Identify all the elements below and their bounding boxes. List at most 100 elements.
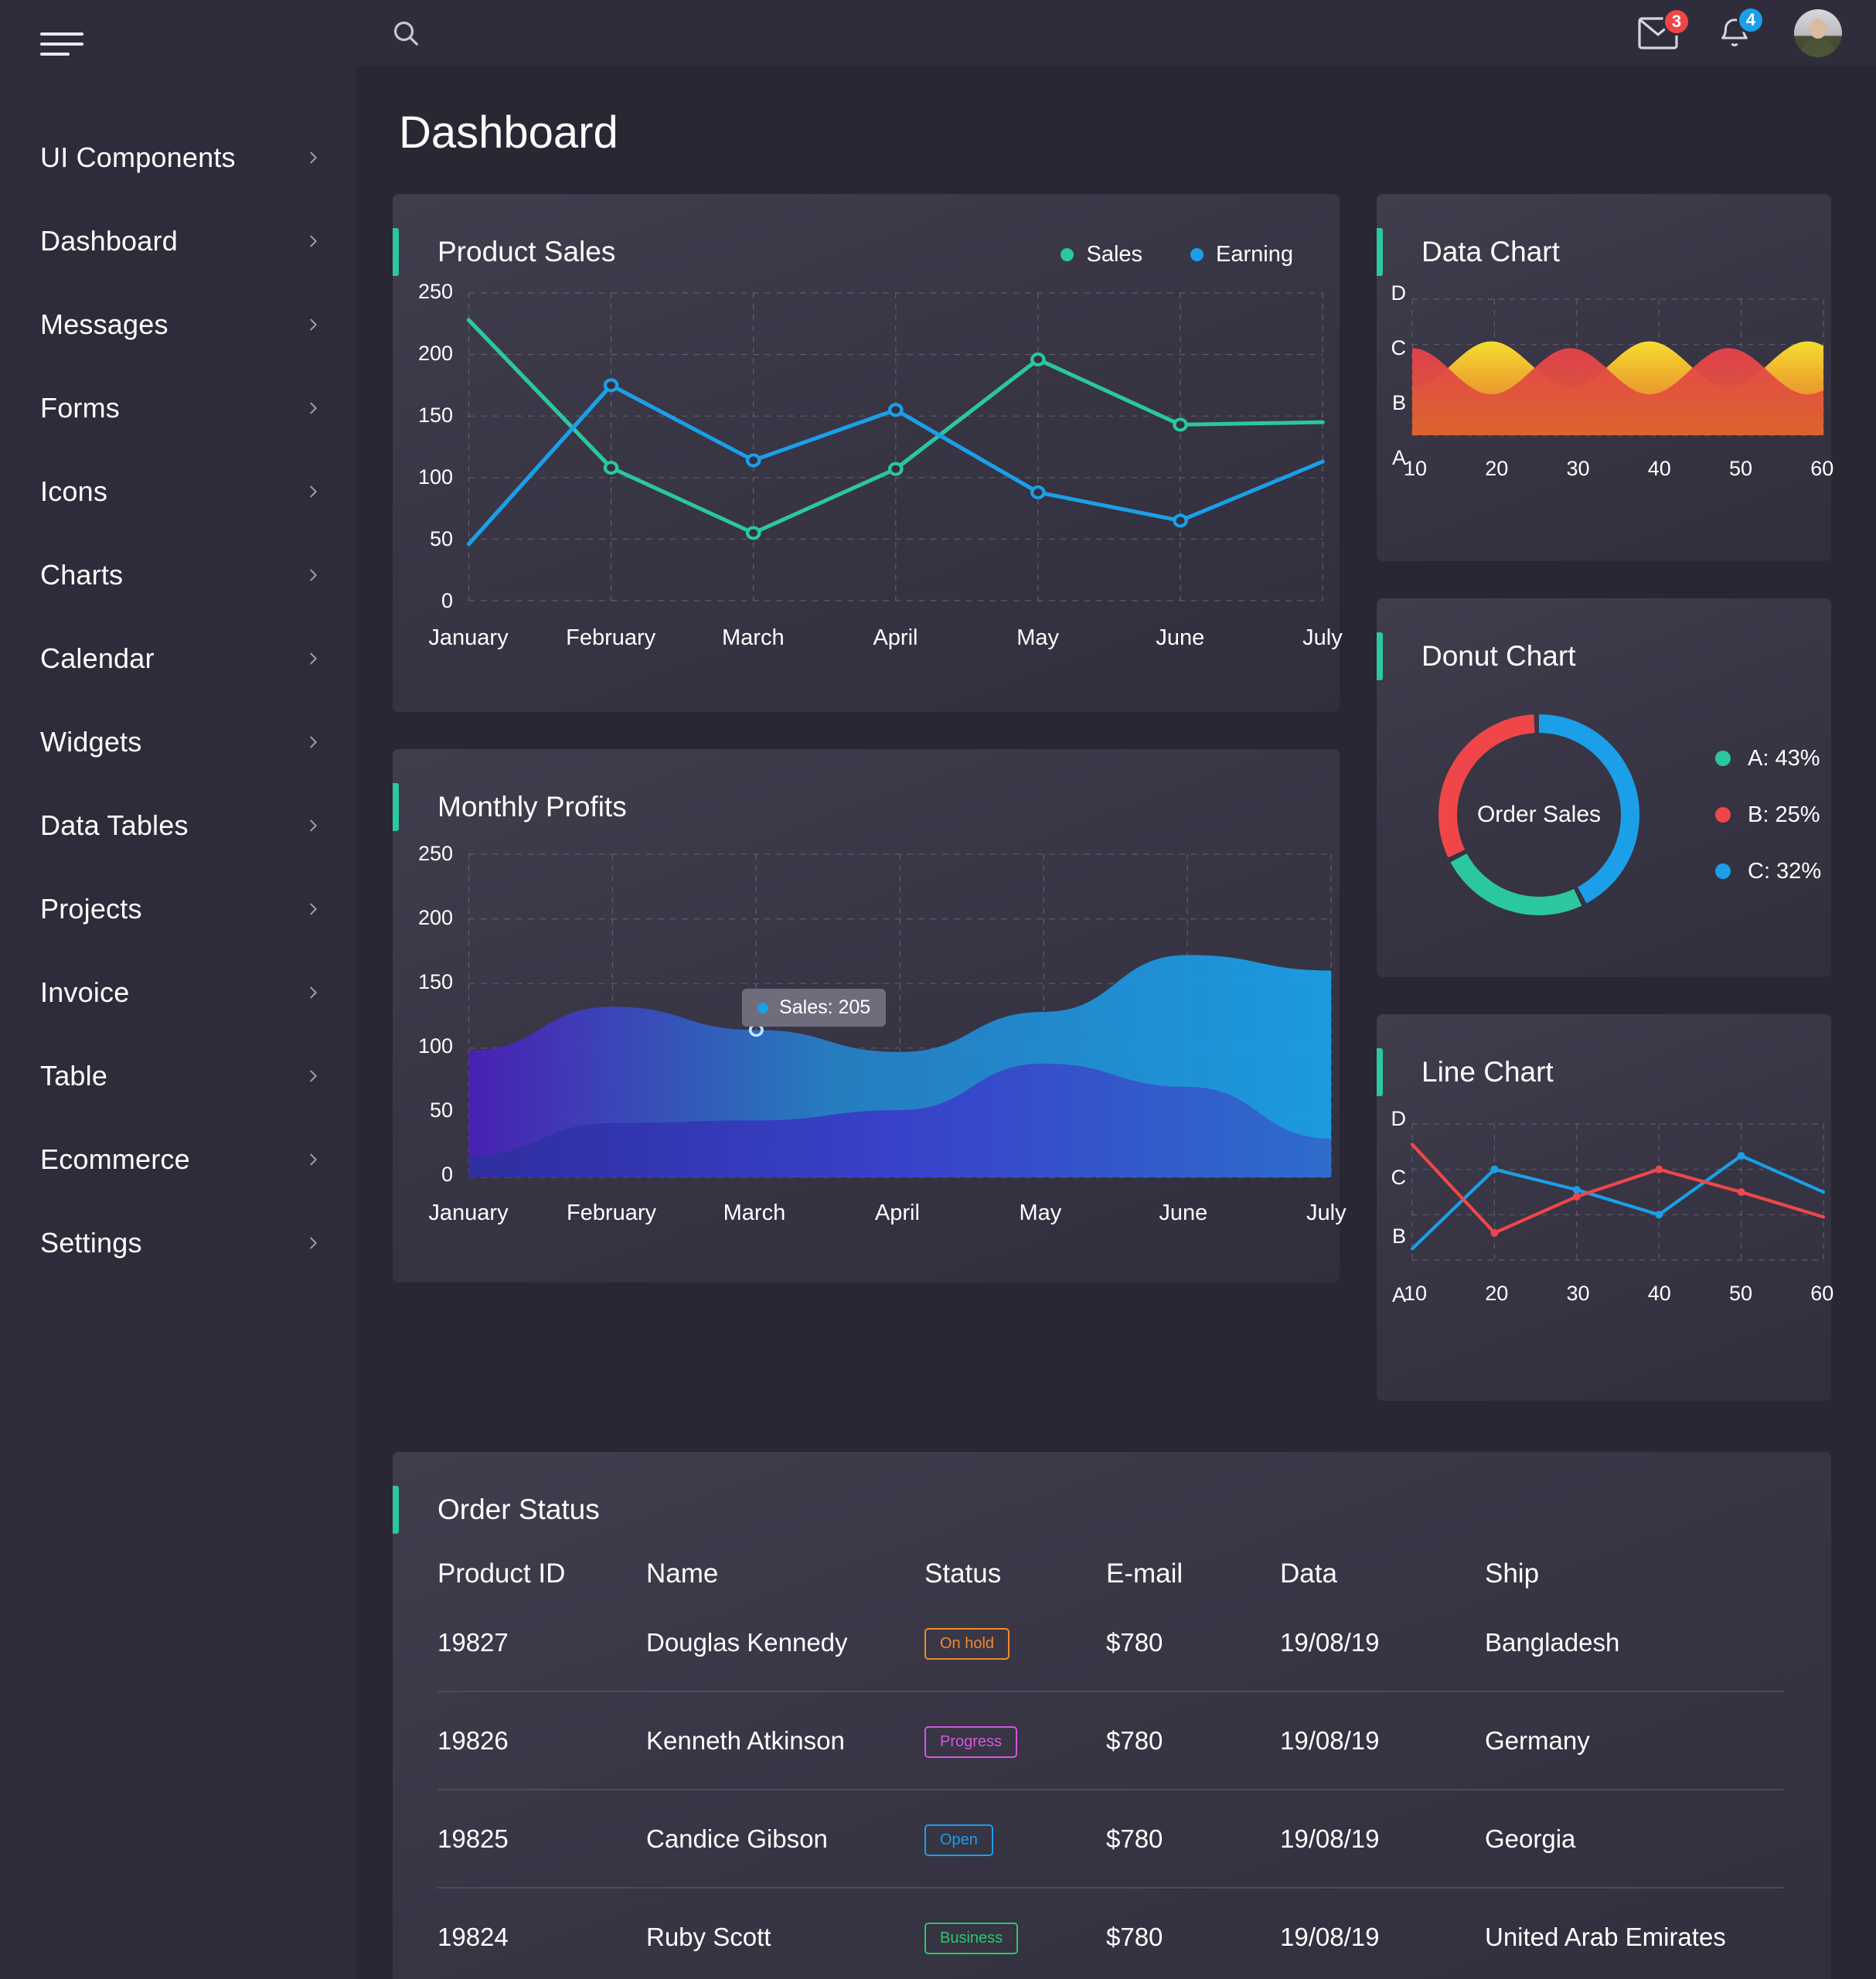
- x-tick-label: 20: [1485, 1282, 1509, 1305]
- hamburger-bar: [40, 32, 83, 36]
- product-sales-title: Product Sales: [438, 236, 616, 267]
- sidebar-item-label: Projects: [40, 893, 142, 925]
- donut-chart-title: Donut Chart: [1421, 640, 1576, 672]
- x-tick-label: February: [566, 1201, 656, 1225]
- right-column: Data Chart DCBA 10 20 30 40 50 60 Donut Chart: [1377, 194, 1834, 1438]
- sidebar-item-calendar[interactable]: Calendar: [0, 617, 356, 700]
- table-header-name: Name: [646, 1558, 719, 1589]
- donut-chart-body: Order Sales A: 43% B: 25% C: 32%: [1377, 673, 1831, 988]
- sidebar-item-dashboard[interactable]: Dashboard: [0, 199, 356, 283]
- x-tick-label: 10: [1403, 1282, 1427, 1305]
- sidebar-item-ecommerce[interactable]: Ecommerce: [0, 1118, 356, 1201]
- dashboard-grid: Product Sales Sales Earning 250 200 150 100 5…: [393, 194, 1834, 1438]
- user-avatar[interactable]: [1794, 9, 1842, 57]
- sidebar-item-projects[interactable]: Projects: [0, 867, 356, 951]
- sidebar-item-label: Data Tables: [40, 809, 189, 841]
- status-badge-cell: On hold: [924, 1625, 1106, 1691]
- status-badge[interactable]: Progress: [924, 1726, 1018, 1758]
- y-tick-label: B: [1391, 1224, 1406, 1248]
- sidebar-item-charts[interactable]: Charts: [0, 533, 356, 617]
- x-tick-label: January: [428, 625, 509, 650]
- y-tick-label: 150: [417, 969, 453, 993]
- x-tick-label: 30: [1566, 1282, 1590, 1305]
- sidebar-item-forms[interactable]: Forms: [0, 366, 356, 450]
- sidebar-item-label: Icons: [40, 475, 108, 507]
- y-tick-label: 50: [429, 527, 453, 551]
- card-accent-bar: [393, 228, 399, 276]
- x-tick-label: June: [1156, 625, 1205, 650]
- product-sales-header: Product Sales Sales Earning: [393, 194, 1340, 268]
- sidebar-item-label: Charts: [40, 559, 124, 591]
- line-chart-card: Line Chart DCBA 10 20 30 40 50 60: [1377, 1014, 1834, 1401]
- sidebar-item-label: Invoice: [40, 976, 130, 1008]
- table-header-status: Status: [924, 1558, 1002, 1589]
- status-badge[interactable]: Open: [924, 1824, 993, 1856]
- table-cell-name: Ruby Scott: [646, 1887, 924, 1979]
- donut-legend-item[interactable]: A: 43%: [1715, 746, 1821, 772]
- tooltip-label: Sales: 205: [779, 996, 871, 1018]
- status-badge[interactable]: Business: [924, 1923, 1019, 1954]
- product-sales-svg: [466, 292, 1325, 601]
- data-chart-card: Data Chart DCBA 10 20 30 40 50 60: [1377, 194, 1834, 561]
- donut-legend-item[interactable]: B: 25%: [1715, 802, 1821, 828]
- donut-chart-card: Donut Chart Order Sales A: 43% B: 25% C: 3…: [1377, 598, 1831, 977]
- donut-center-label: Order Sales: [1476, 802, 1602, 827]
- donut-legend-item[interactable]: C: 32%: [1715, 859, 1821, 884]
- x-tick-label: April: [873, 625, 918, 650]
- sidebar-item-data-tables[interactable]: Data Tables: [0, 784, 356, 867]
- y-tick-label: 200: [417, 341, 453, 365]
- table-row[interactable]: 19827 Douglas Kennedy On hold $780 19/08/19 B…: [438, 1625, 1783, 1691]
- page-content: Dashboard Product Sales Sales Earning 250…: [356, 66, 1876, 1979]
- y-tick-label: 100: [417, 1034, 453, 1058]
- x-tick-label: 50: [1728, 1282, 1753, 1305]
- chart-tooltip: Sales: 205: [742, 989, 887, 1027]
- sidebar-item-label: Settings: [40, 1227, 142, 1259]
- table-row[interactable]: 19826 Kenneth Atkinson Progress $780 19/08/1…: [438, 1691, 1783, 1790]
- table-cell-name: Kenneth Atkinson: [646, 1691, 924, 1790]
- card-accent-bar: [1377, 1048, 1383, 1096]
- x-tick-label: March: [723, 1201, 786, 1225]
- table-header-product-id: Product ID: [438, 1558, 566, 1589]
- x-tick-label: July: [1306, 1201, 1347, 1225]
- data-chart-plot: DCBA 10 20 30 40 50 60: [1377, 281, 1834, 523]
- legend-item-sales[interactable]: Sales: [1061, 242, 1142, 267]
- messages-button[interactable]: 3: [1638, 8, 1690, 49]
- x-tick-label: 10: [1403, 457, 1427, 480]
- x-tick-label: 60: [1810, 1282, 1834, 1305]
- sidebar-item-table[interactable]: Table: [0, 1034, 356, 1118]
- sidebar-item-label: UI Components: [40, 141, 236, 173]
- chevron-right-icon: [305, 567, 322, 584]
- chevron-right-icon: [305, 149, 322, 166]
- legend-item-earning[interactable]: Earning: [1190, 242, 1293, 267]
- y-tick-label: 50: [429, 1098, 453, 1122]
- table-row[interactable]: 19824 Ruby Scott Business $780 19/08/19 Unite…: [438, 1887, 1783, 1979]
- status-badge[interactable]: On hold: [924, 1628, 1010, 1660]
- table-cell-ship: Germany: [1485, 1691, 1783, 1790]
- chevron-right-icon: [305, 650, 322, 667]
- sidebar-item-messages[interactable]: Messages: [0, 283, 356, 366]
- sidebar: UI Components Dashboard Messages Forms Icons…: [0, 0, 356, 1979]
- table-cell-id: 19826: [438, 1691, 646, 1790]
- sidebar-item-label: Ecommerce: [40, 1143, 190, 1175]
- chevron-right-icon: [305, 984, 322, 1001]
- sidebar-item-icons[interactable]: Icons: [0, 450, 356, 533]
- hamburger-icon[interactable]: [40, 32, 83, 56]
- notifications-button[interactable]: 4: [1717, 6, 1765, 51]
- main-area: 3 4 Dashboard Product Sales Sales Earnin…: [356, 0, 1876, 1979]
- table-cell-id: 19825: [438, 1789, 646, 1888]
- search-icon[interactable]: [385, 12, 427, 54]
- sidebar-item-invoice[interactable]: Invoice: [0, 951, 356, 1034]
- hamburger-bar: [40, 53, 70, 56]
- sidebar-item-settings[interactable]: Settings: [0, 1201, 356, 1285]
- y-tick-label: D: [1391, 1107, 1407, 1131]
- card-accent-bar: [393, 1486, 399, 1534]
- hamburger-bar: [40, 43, 83, 46]
- sidebar-item-widgets[interactable]: Widgets: [0, 700, 356, 784]
- sidebar-item-label: Table: [40, 1060, 108, 1092]
- chevron-right-icon: [305, 901, 322, 918]
- sidebar-item-ui-components[interactable]: UI Components: [0, 116, 356, 199]
- y-tick-label: C: [1391, 1166, 1407, 1190]
- table-body: 19827 Douglas Kennedy On hold $780 19/08/19 B…: [438, 1625, 1783, 1979]
- card-accent-bar: [1377, 632, 1383, 680]
- table-row[interactable]: 19825 Candice Gibson Open $780 19/08/19 Georg…: [438, 1789, 1783, 1888]
